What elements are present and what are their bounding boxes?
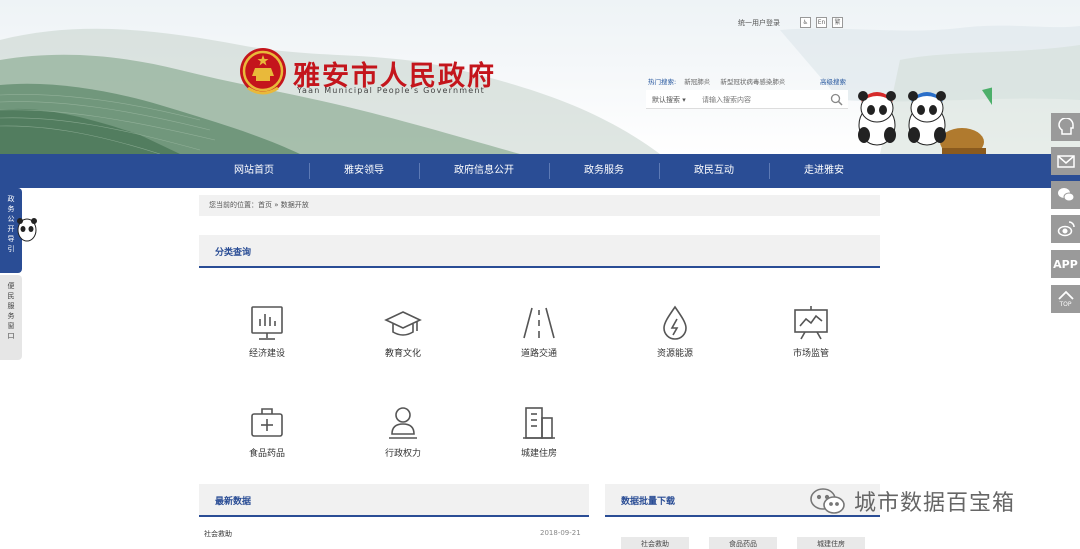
traditional-chinese-icon[interactable]: 繁 [832, 17, 843, 28]
latest-data-header: 最新数据 [199, 484, 589, 517]
category-energy[interactable]: 资源能源 [630, 304, 720, 359]
back-to-top-button[interactable]: TOP [1051, 285, 1080, 313]
header-banner: 雅安市人民政府 Yaan Municipal People's Governme… [0, 0, 1080, 154]
category-label: 资源能源 [656, 349, 693, 359]
hot-search-item[interactable]: 新型冠状病毒感染肺炎 [720, 78, 785, 86]
water-drop-bolt-icon [663, 305, 687, 340]
nav-item-interaction[interactable]: 政民互动 [659, 154, 769, 188]
category-label: 市场监管 [792, 349, 829, 359]
accessibility-icon[interactable]: ♿ [800, 17, 811, 28]
mail-icon [1056, 155, 1075, 168]
nav-divider [419, 163, 420, 179]
breadcrumb: 您当前的位置：首页 » 数据开放 [199, 195, 880, 216]
category-label: 道路交通 [520, 349, 557, 359]
consult-float-button[interactable] [1051, 113, 1080, 141]
speech-head-icon [1057, 118, 1074, 135]
download-button[interactable]: 社会救助 [621, 537, 689, 549]
category-label: 食品药品 [248, 449, 285, 459]
latest-data-date: 2018-09-21 [540, 529, 581, 537]
latest-data-title: 最新数据 [215, 497, 252, 507]
hot-search-bar: 热门搜索: 新冠肺炎 新型冠状病毒感染肺炎 [648, 76, 785, 86]
category-food-drug[interactable]: 食品药品 [222, 404, 312, 459]
watermark-text: 城市数据百宝箱 [854, 491, 1016, 516]
weibo-icon [1057, 221, 1075, 237]
road-icon [523, 307, 555, 339]
category-label: 经济建设 [248, 349, 285, 359]
category-label: 教育文化 [384, 349, 421, 359]
category-label: 城建住房 [520, 449, 557, 459]
weibo-float-button[interactable] [1051, 215, 1080, 243]
app-float-button[interactable]: APP [1051, 250, 1080, 278]
category-housing[interactable]: 城建住房 [494, 404, 584, 459]
category-education[interactable]: 教育文化 [358, 304, 448, 359]
wechat-float-button[interactable] [1051, 181, 1080, 209]
graduation-cap-icon [384, 311, 422, 336]
nav-item-home[interactable]: 网站首页 [199, 154, 309, 188]
user-login-link[interactable]: 统一用户登录 [738, 18, 780, 28]
latest-data-item[interactable]: 社会救助 [204, 529, 232, 539]
watermark: 城市数据百宝箱 [808, 484, 1015, 518]
nav-item-about[interactable]: 走进雅安 [769, 154, 879, 188]
english-version-icon[interactable]: En [816, 17, 827, 28]
category-label: 行政权力 [384, 449, 421, 459]
nav-item-leaders[interactable]: 雅安领导 [309, 154, 419, 188]
category-section-header: 分类查询 [199, 235, 880, 268]
search-scope-select[interactable]: 默认搜索 ▾ [652, 95, 686, 105]
search-box: 默认搜索 ▾ [646, 90, 848, 109]
wechat-logo-icon [810, 488, 845, 514]
chevron-up-icon [1057, 290, 1074, 300]
national-emblem-logo [240, 48, 286, 95]
search-input[interactable] [702, 93, 822, 106]
person-stamp-icon [389, 407, 417, 439]
hot-search-item[interactable]: 新冠肺炎 [684, 78, 710, 86]
main-nav: 网站首页 雅安领导 政府信息公开 政务服务 政民互动 走进雅安 [0, 154, 1080, 188]
category-market[interactable]: 市场监管 [766, 304, 856, 359]
panda-icon [17, 218, 37, 242]
bulk-download-title: 数据批量下载 [621, 497, 676, 507]
category-economy[interactable]: 经济建设 [222, 304, 312, 359]
monitor-chart-icon [251, 306, 283, 340]
site-subtitle: Yaan Municipal People's Government [297, 86, 486, 95]
medical-kit-icon [251, 408, 283, 437]
category-traffic[interactable]: 道路交通 [494, 304, 584, 359]
presentation-board-icon [794, 306, 828, 340]
download-button[interactable]: 城建住房 [797, 537, 865, 549]
download-button[interactable]: 食品药品 [709, 537, 777, 549]
panda-mascot-illustration [858, 87, 992, 154]
building-icon [523, 407, 555, 439]
category-admin-power[interactable]: 行政权力 [358, 404, 448, 459]
convenience-service-tab[interactable]: 便民服务窗口 [0, 275, 22, 360]
nav-item-services[interactable]: 政务服务 [549, 154, 659, 188]
nav-item-gov-info[interactable]: 政府信息公开 [429, 154, 539, 188]
category-section-title: 分类查询 [215, 248, 252, 258]
mail-float-button[interactable] [1051, 147, 1080, 175]
wechat-icon [1057, 188, 1074, 202]
hot-search-label: 热门搜索: [648, 78, 677, 86]
